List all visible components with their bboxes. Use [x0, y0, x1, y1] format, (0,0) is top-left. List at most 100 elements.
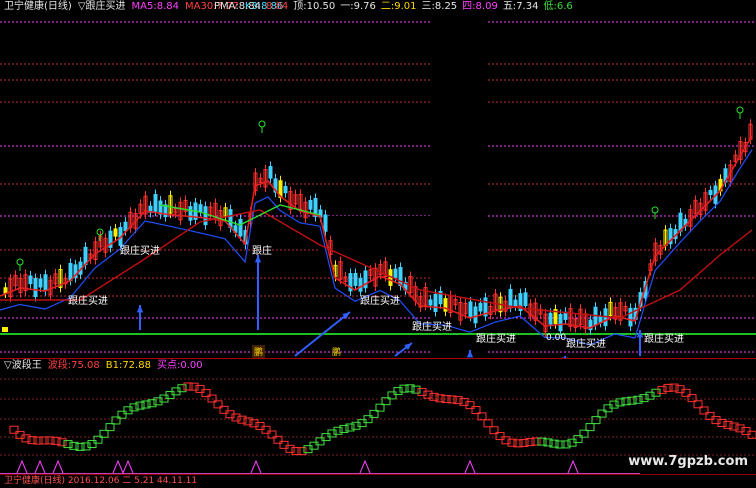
candle-body	[199, 205, 202, 212]
candle-body	[399, 267, 402, 285]
osc-box	[34, 437, 42, 444]
candle-body	[69, 263, 72, 280]
signal-marker	[259, 121, 265, 127]
indicator-name[interactable]: ▽跟庄买进	[78, 0, 126, 14]
osc-box	[424, 391, 432, 398]
candle-body	[429, 300, 432, 305]
osc-box	[418, 388, 426, 395]
candle-body	[124, 222, 127, 230]
osc-box	[730, 423, 738, 430]
osc-box	[352, 422, 360, 429]
osc-box	[718, 419, 726, 426]
candle-body	[559, 315, 562, 331]
buy-label: 跟庄买进	[360, 292, 400, 307]
candle-body	[29, 276, 32, 284]
osc-peak-marker	[113, 461, 123, 473]
osc-box	[736, 425, 744, 432]
candle-body	[474, 307, 477, 323]
signal-marker	[17, 259, 23, 265]
candle-body	[479, 303, 482, 311]
candle-body	[359, 278, 362, 291]
buy-label: 跟庄买进	[412, 318, 452, 333]
price-chart-pane[interactable]: 卫宁健康(日线) ▽跟庄买进 MA5:8.84 MA30:7.77 K3:8.8…	[0, 0, 756, 358]
osc-box	[196, 385, 204, 392]
stock-title: 卫宁健康(日线)	[4, 0, 72, 14]
level-1: 一:9.76	[340, 0, 376, 14]
candle-body	[354, 273, 357, 285]
b1-value: B1:72.88	[106, 359, 151, 373]
osc-box	[664, 384, 672, 391]
osc-box	[64, 441, 72, 448]
candle-body	[599, 316, 602, 322]
osc-box	[724, 421, 732, 428]
osc-box	[28, 437, 36, 444]
watermark: www.7gpzb.com	[628, 454, 748, 469]
candle-body	[309, 200, 312, 209]
osc-box	[190, 383, 198, 390]
osc-box	[202, 390, 210, 397]
wave-value: 波段:75.08	[48, 359, 100, 373]
candle-body	[34, 278, 37, 296]
buy-label: 跟庄	[252, 242, 272, 257]
osc-peak-marker	[17, 461, 27, 473]
buy-arrow-head	[467, 350, 473, 357]
footer-bar: 卫宁健康(日线) 2016.12.06 二 5.21 44.11.11	[0, 474, 756, 488]
candle-body	[269, 167, 272, 179]
osc-box	[658, 386, 666, 393]
candle-body	[239, 219, 242, 236]
osc-box	[46, 437, 54, 444]
candle-body	[229, 210, 232, 228]
candle-body	[524, 293, 527, 306]
osc-box	[670, 384, 678, 391]
footer-text: 卫宁健康(日线) 2016.12.06 二 5.21 44.11.11	[4, 475, 197, 488]
osc-box	[220, 406, 228, 413]
level-4: 四:8.09	[462, 0, 498, 14]
buy-label: 跟庄买进	[476, 330, 516, 345]
osc-box	[250, 420, 258, 427]
osc-peak-marker	[53, 461, 63, 473]
level-top: 顶:10.50	[293, 0, 335, 14]
candle-body	[44, 275, 47, 291]
candle-body	[469, 302, 472, 316]
level-low: 低:6.6	[543, 0, 572, 14]
candle-body	[114, 229, 117, 236]
osc-box	[40, 437, 48, 444]
candle-body	[709, 190, 712, 194]
candle-body	[84, 247, 87, 264]
osc-peak-marker	[35, 461, 45, 473]
osc-box	[712, 417, 720, 424]
candle-body	[394, 269, 397, 277]
oscillator-name[interactable]: ▽波段王	[4, 359, 42, 373]
osc-box	[298, 448, 306, 455]
osc-box	[292, 448, 300, 455]
candle-body	[284, 186, 287, 192]
osc-box	[598, 410, 606, 417]
price-levels-header: PMA:8.84 8.84 顶:10.50 一:9.76 二:9.01 三:8.…	[214, 0, 573, 14]
buy-label: 跟庄买进	[566, 335, 606, 350]
osc-box	[562, 441, 570, 448]
oscillator-pane[interactable]: ▽波段王 波段:75.08 B1:72.88 买点:0.00 www.7gpzb…	[0, 358, 756, 475]
osc-box	[706, 412, 714, 419]
osc-box	[88, 441, 96, 448]
start-marker	[2, 327, 8, 332]
candle-body	[154, 195, 157, 212]
osc-box	[316, 438, 324, 445]
osc-box	[334, 427, 342, 434]
buy-label: 跟庄买进	[644, 330, 684, 345]
candle-body	[629, 308, 632, 326]
osc-box	[238, 416, 246, 423]
buy-point-value: 买点:0.00	[157, 359, 203, 373]
osc-box	[400, 385, 408, 392]
osc-box	[652, 389, 660, 396]
osc-box	[586, 424, 594, 431]
candle-body	[204, 207, 207, 225]
buy-arrow-head	[137, 305, 143, 312]
osc-box	[82, 443, 90, 450]
buy-label: 跟庄买进	[68, 292, 108, 307]
candle-body	[189, 207, 192, 221]
pma-value-2: 8.84	[266, 0, 288, 14]
candle-body	[509, 289, 512, 307]
osc-box	[640, 395, 648, 402]
osc-peak-marker	[568, 461, 578, 473]
buy-label: 跟庄买进	[120, 242, 160, 257]
